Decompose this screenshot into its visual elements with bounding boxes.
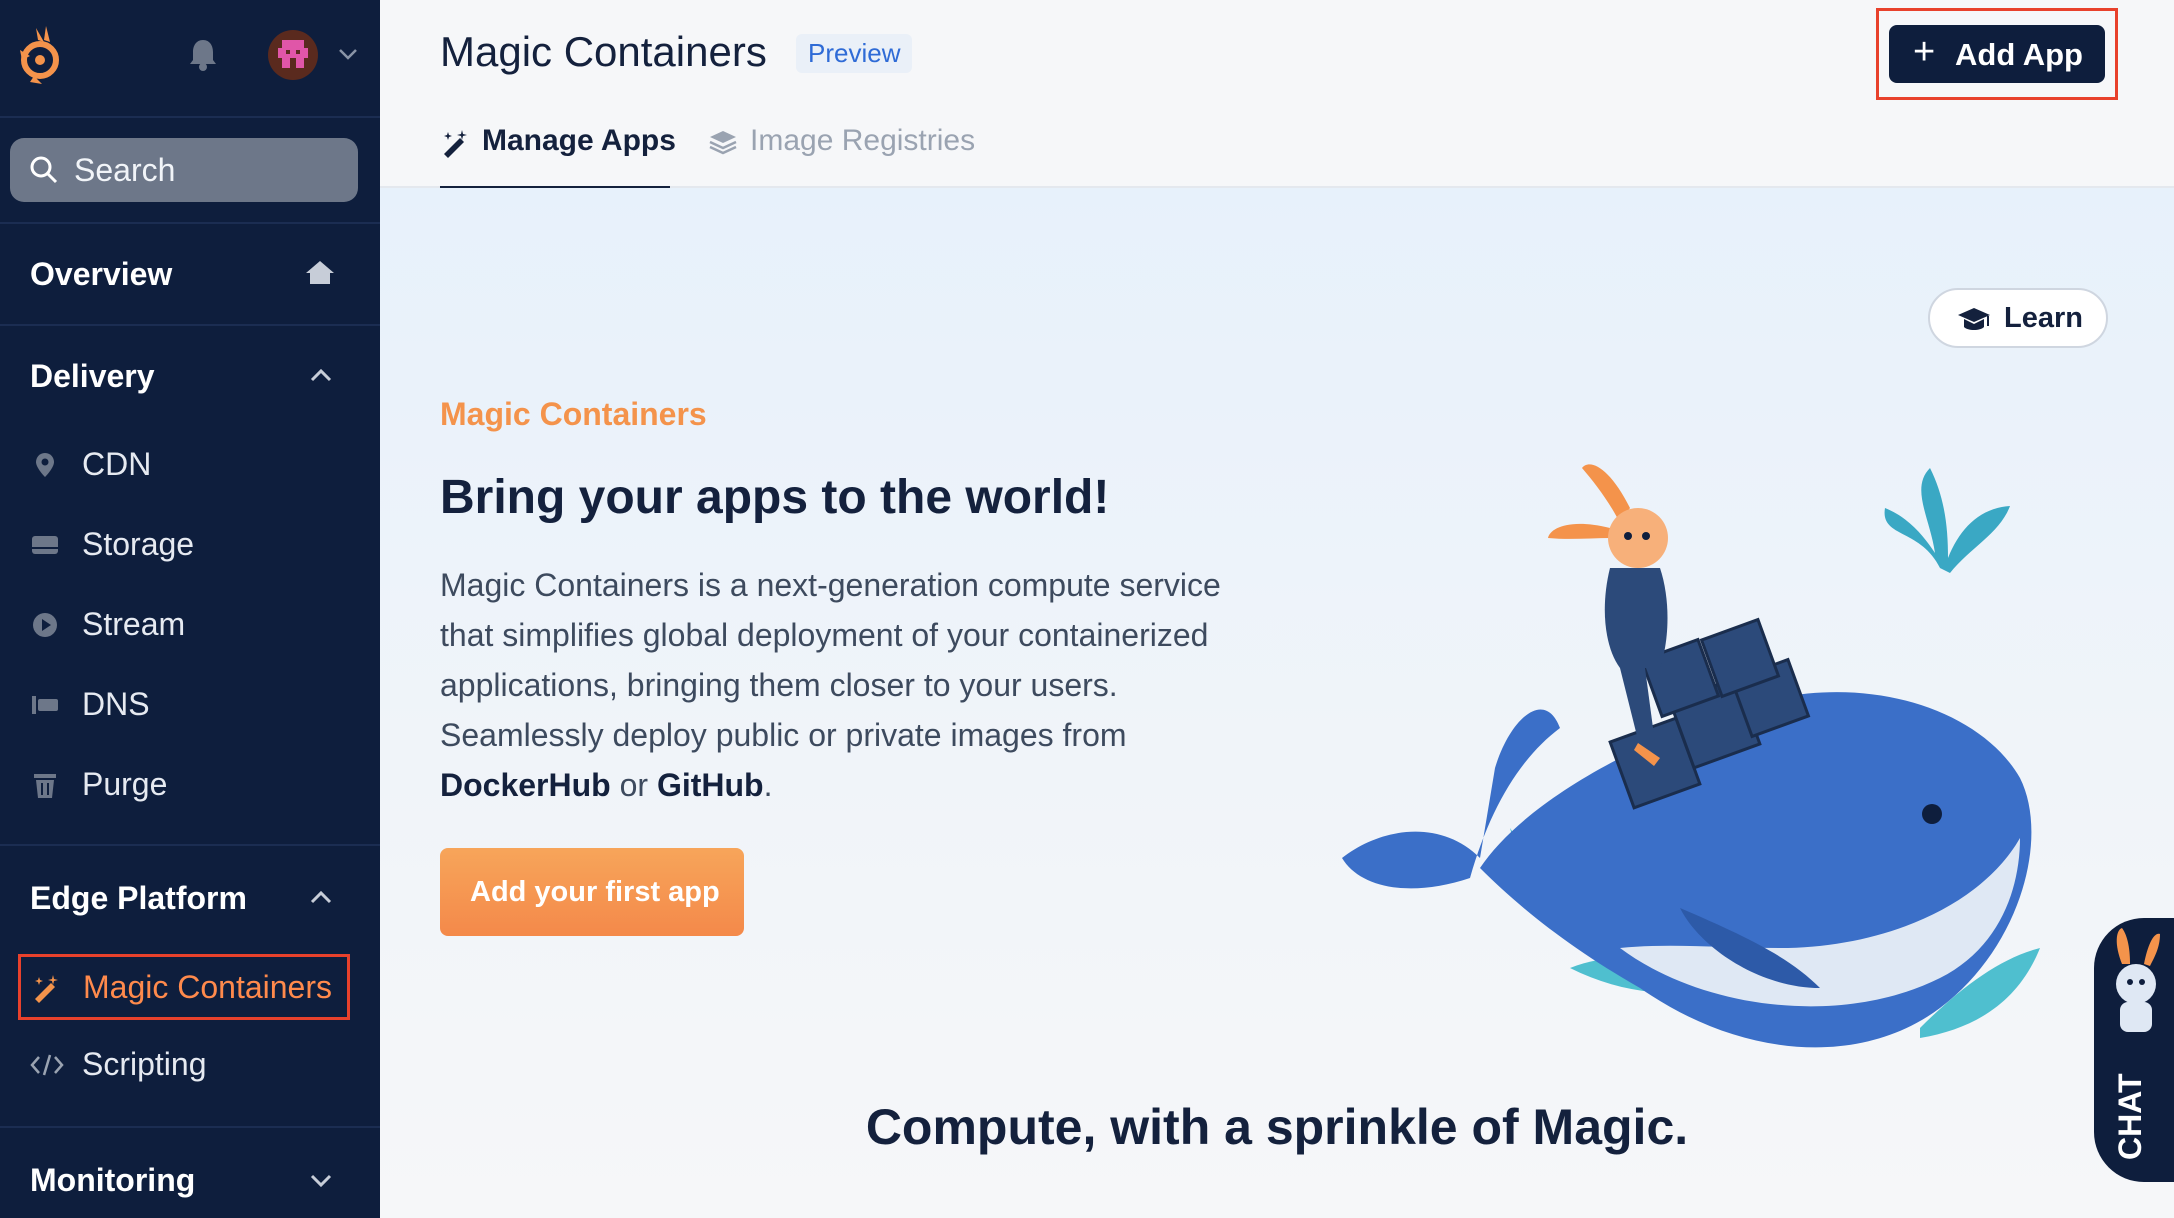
main-content: Magic Containers Preview + Add App Manag… bbox=[380, 0, 2174, 1218]
learn-label: Learn bbox=[2004, 302, 2083, 334]
section-delivery-label: Delivery bbox=[30, 358, 155, 394]
sidebar-item-scripting[interactable]: Scripting bbox=[30, 1042, 350, 1092]
section-monitoring-header[interactable]: Monitoring bbox=[0, 1152, 380, 1208]
section-edge-label: Edge Platform bbox=[30, 880, 247, 916]
sidebar-item-storage[interactable]: Storage bbox=[30, 522, 350, 572]
sidebar-item-overview[interactable]: Overview bbox=[0, 244, 380, 304]
search-input[interactable]: Search bbox=[10, 138, 358, 202]
sidebar-item-magic-containers[interactable]: Magic Containers bbox=[18, 954, 350, 1020]
avatar[interactable] bbox=[268, 30, 318, 80]
sidebar-header bbox=[0, 0, 380, 118]
section-edge-platform-header[interactable]: Edge Platform bbox=[0, 870, 380, 926]
layers-icon bbox=[709, 131, 737, 155]
whale-illustration bbox=[1342, 464, 2040, 1048]
hero-eyebrow: Magic Containers bbox=[440, 396, 707, 432]
search-placeholder: Search bbox=[74, 152, 176, 188]
section-heading: Compute, with a sprinkle of Magic. bbox=[865, 1099, 1689, 1155]
magic-wand-icon bbox=[35, 975, 58, 1003]
cta-label: Add your first app bbox=[470, 876, 720, 908]
divider bbox=[0, 1126, 380, 1128]
sidebar-item-label: Purge bbox=[82, 766, 168, 802]
search-icon bbox=[30, 156, 58, 184]
learn-button[interactable]: Learn bbox=[1928, 288, 2108, 348]
sidebar-item-label: CDN bbox=[82, 446, 152, 482]
dns-icon bbox=[32, 696, 58, 714]
sidebar-item-label: Magic Containers bbox=[83, 969, 332, 1005]
page-title: Magic Containers bbox=[440, 28, 767, 75]
plus-icon: + bbox=[1913, 31, 1936, 73]
sidebar-item-label: DNS bbox=[82, 686, 150, 722]
overview-label: Overview bbox=[30, 256, 173, 292]
add-app-button[interactable]: + Add App bbox=[1889, 25, 2105, 83]
chat-widget-button[interactable]: CHAT bbox=[2094, 918, 2174, 1182]
chat-label: CHAT bbox=[2112, 1073, 2148, 1161]
sidebar-item-label: Storage bbox=[82, 526, 195, 562]
desc-text: . bbox=[763, 767, 773, 803]
divider bbox=[0, 844, 380, 846]
sidebar-item-label: Scripting bbox=[82, 1046, 207, 1082]
dockerhub-text: DockerHub bbox=[440, 767, 611, 803]
bell-icon[interactable] bbox=[186, 36, 220, 72]
chevron-up-icon bbox=[310, 368, 332, 382]
bunny-logo-icon[interactable] bbox=[14, 24, 66, 84]
divider bbox=[0, 324, 380, 326]
sidebar-item-purge[interactable]: Purge bbox=[30, 762, 350, 812]
tab-manage-apps[interactable]: Manage Apps bbox=[440, 124, 676, 189]
chevron-up-icon bbox=[310, 890, 332, 904]
divider bbox=[0, 222, 380, 224]
hero-headline: Bring your apps to the world! bbox=[440, 471, 1110, 524]
home-icon bbox=[306, 261, 334, 284]
storage-icon bbox=[32, 536, 58, 554]
play-icon bbox=[33, 613, 57, 637]
chevron-down-icon[interactable] bbox=[334, 40, 362, 68]
magic-wand-icon bbox=[444, 130, 467, 158]
code-icon bbox=[30, 1054, 64, 1076]
tab-image-registries[interactable]: Image Registries bbox=[708, 124, 1008, 186]
add-first-app-button[interactable]: Add your first app bbox=[440, 848, 744, 936]
sidebar-item-dns[interactable]: DNS bbox=[30, 682, 350, 732]
map-pin-icon bbox=[36, 453, 54, 477]
sidebar-item-label: Stream bbox=[82, 606, 186, 642]
preview-badge: Preview bbox=[796, 34, 913, 73]
github-text: GitHub bbox=[656, 767, 764, 803]
section-monitoring-label: Monitoring bbox=[30, 1162, 196, 1198]
sidebar-item-stream[interactable]: Stream bbox=[30, 602, 350, 652]
hero-section: Learn Magic Containers Bring your apps t… bbox=[380, 188, 2174, 1218]
bunny-mascot-icon bbox=[2116, 928, 2160, 1032]
hero-description: Magic Containers is a next-generation co… bbox=[440, 560, 1240, 810]
add-app-highlight: + Add App bbox=[1876, 8, 2118, 100]
page-header: Magic Containers Preview + Add App Manag… bbox=[380, 0, 2174, 189]
tab-label: Image Registries bbox=[750, 124, 976, 157]
graduation-cap-icon bbox=[1958, 308, 1990, 330]
section-delivery-header[interactable]: Delivery bbox=[0, 348, 380, 404]
chevron-down-icon bbox=[310, 1174, 332, 1188]
trash-icon bbox=[34, 774, 56, 798]
add-app-label: Add App bbox=[1955, 37, 2083, 72]
sidebar: Search Overview Delivery CDN Storage Str… bbox=[0, 0, 380, 1218]
desc-text: or bbox=[610, 767, 657, 803]
sidebar-item-cdn[interactable]: CDN bbox=[30, 442, 350, 492]
tab-label: Manage Apps bbox=[482, 124, 676, 157]
desc-text: Magic Containers is a next-generation co… bbox=[440, 567, 1221, 753]
